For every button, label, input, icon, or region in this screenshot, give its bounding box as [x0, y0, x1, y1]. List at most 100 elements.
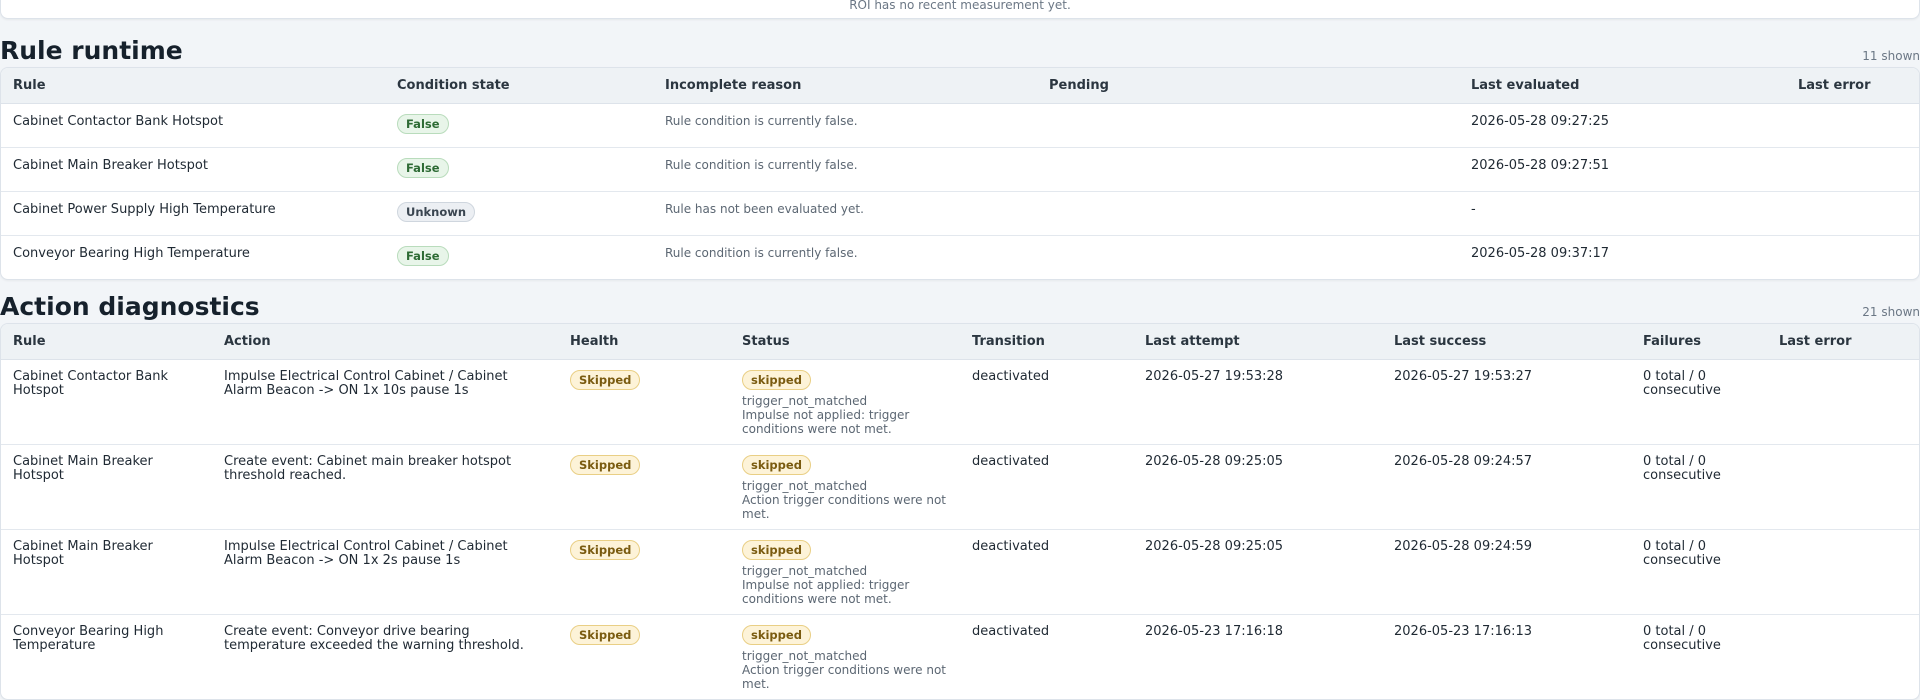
table-row[interactable]: Cabinet Contactor Bank Hotspot Impulse E…	[1, 359, 1919, 445]
incomplete-reason: Rule has not been evaluated yet.	[653, 191, 1037, 236]
table-row[interactable]: Cabinet Main Breaker Hotspot False Rule …	[1, 147, 1919, 192]
failures: 0 total / 0 consecutive	[1631, 529, 1767, 615]
action-description: Impulse Electrical Control Cabinet / Cab…	[212, 529, 558, 615]
transition: deactivated	[960, 359, 1133, 445]
action-diagnostics-count: 21 shown	[1862, 305, 1920, 319]
health-cell: Skipped	[558, 529, 730, 615]
table-header-row: Rule Action Health Status Transition Las…	[1, 324, 1919, 360]
table-row[interactable]: Cabinet Main Breaker Hotspot Impulse Ele…	[1, 529, 1919, 615]
action-description: Create event: Cabinet main breaker hotsp…	[212, 444, 558, 530]
condition-cell: Unknown	[385, 191, 653, 236]
condition-badge: False	[397, 158, 449, 178]
health-badge: Skipped	[570, 370, 641, 390]
roi-message: ROI has no recent measurement yet.	[849, 0, 1071, 12]
last-error	[1767, 529, 1919, 615]
incomplete-reason: Rule condition is currently false.	[665, 246, 858, 260]
previous-card: ROI has no recent measurement yet.	[0, 0, 1920, 19]
action-diagnostics-title: Action diagnostics	[0, 292, 260, 321]
table-header-row: Rule Condition state Incomplete reason P…	[1, 68, 1919, 104]
status-detail: Action trigger conditions were not met.	[742, 493, 946, 521]
condition-cell: False	[385, 147, 653, 192]
last-success: 2026-05-28 09:24:59	[1382, 529, 1631, 615]
column-header[interactable]: Rule	[1, 68, 385, 104]
last-error	[1767, 444, 1919, 530]
status-code: trigger_not_matched	[742, 394, 868, 408]
failures: 0 total / 0 consecutive	[1643, 624, 1721, 653]
incomplete-reason: Rule condition is currently false.	[653, 147, 1037, 192]
rule-name: Conveyor Bearing High Temperature	[13, 246, 250, 261]
column-header[interactable]: Last error	[1786, 68, 1919, 104]
rule-name: Conveyor Bearing High Temperature	[13, 624, 164, 653]
status-cell: skipped trigger_not_matched Action trigg…	[730, 444, 960, 530]
last-evaluated: -	[1459, 191, 1786, 236]
last-error	[1786, 236, 1919, 280]
status-badge: skipped	[742, 625, 811, 645]
status-cell: skipped trigger_not_matched Impulse not …	[730, 529, 960, 615]
last-attempt: 2026-05-23 17:16:18	[1145, 624, 1284, 639]
table-row[interactable]: Cabinet Power Supply High Temperature Un…	[1, 191, 1919, 236]
action-description: Create event: Conveyor drive bearing tem…	[224, 624, 524, 653]
rule-runtime-table-card: Rule Condition state Incomplete reason P…	[0, 67, 1920, 280]
health-cell: Skipped	[558, 615, 730, 700]
status-cell: skipped trigger_not_matched Action trigg…	[730, 615, 960, 700]
column-header[interactable]: Pending	[1037, 68, 1459, 104]
last-success: 2026-05-28 09:24:57	[1382, 444, 1631, 530]
column-header[interactable]: Health	[558, 324, 730, 360]
last-attempt: 2026-05-28 09:25:05	[1133, 529, 1382, 615]
rule-name: Cabinet Power Supply High Temperature	[1, 191, 385, 236]
column-header[interactable]: Last error	[1767, 324, 1919, 360]
rule-name: Cabinet Main Breaker Hotspot	[1, 529, 212, 615]
column-header[interactable]: Status	[730, 324, 960, 360]
status-badge: skipped	[742, 370, 811, 390]
column-header[interactable]: Last success	[1382, 324, 1631, 360]
last-attempt: 2026-05-27 19:53:28	[1133, 359, 1382, 445]
condition-cell: False	[385, 236, 653, 280]
last-error	[1786, 147, 1919, 192]
last-success: 2026-05-27 19:53:27	[1382, 359, 1631, 445]
column-header[interactable]: Failures	[1631, 324, 1767, 360]
last-evaluated: 2026-05-28 09:37:17	[1471, 246, 1610, 261]
last-success: 2026-05-23 17:16:13	[1394, 624, 1533, 639]
status-badge: skipped	[742, 455, 811, 475]
column-header[interactable]: Rule	[1, 324, 212, 360]
condition-badge: False	[397, 246, 449, 266]
column-header[interactable]: Last evaluated	[1459, 68, 1786, 104]
page: ROI has no recent measurement yet. Rule …	[0, 0, 1920, 700]
rule-runtime-title: Rule runtime	[0, 36, 183, 65]
status-code: trigger_not_matched	[742, 479, 868, 493]
last-error	[1767, 615, 1919, 700]
failures: 0 total / 0 consecutive	[1631, 359, 1767, 445]
health-badge: Skipped	[570, 625, 641, 645]
pending-cell	[1037, 191, 1459, 236]
action-description: Impulse Electrical Control Cabinet / Cab…	[212, 359, 558, 445]
last-attempt: 2026-05-28 09:25:05	[1133, 444, 1382, 530]
status-code: trigger_not_matched	[742, 564, 868, 578]
column-header[interactable]: Condition state	[385, 68, 653, 104]
table-row[interactable]: Cabinet Main Breaker Hotspot Create even…	[1, 444, 1919, 530]
column-header[interactable]: Transition	[960, 324, 1133, 360]
pending-cell	[1037, 147, 1459, 192]
last-error	[1786, 103, 1919, 148]
column-header[interactable]: Incomplete reason	[653, 68, 1037, 104]
rule-name: Cabinet Contactor Bank Hotspot	[1, 103, 385, 148]
pending-cell	[1037, 103, 1459, 148]
last-error	[1767, 359, 1919, 445]
health-cell: Skipped	[558, 444, 730, 530]
condition-cell: False	[385, 103, 653, 148]
table-row[interactable]: Conveyor Bearing High Temperature False …	[1, 236, 1919, 280]
rule-runtime-table: Rule Condition state Incomplete reason P…	[1, 68, 1919, 279]
last-evaluated: 2026-05-28 09:27:51	[1459, 147, 1786, 192]
rule-name: Cabinet Main Breaker Hotspot	[1, 147, 385, 192]
rule-runtime-count: 11 shown	[1862, 49, 1920, 63]
action-diagnostics-table-card: Rule Action Health Status Transition Las…	[0, 323, 1920, 700]
transition: deactivated	[960, 444, 1133, 530]
status-badge: skipped	[742, 540, 811, 560]
transition: deactivated	[972, 624, 1050, 639]
column-header[interactable]: Action	[212, 324, 558, 360]
transition: deactivated	[960, 529, 1133, 615]
status-detail: Action trigger conditions were not met.	[742, 663, 946, 691]
table-row[interactable]: Conveyor Bearing High Temperature Create…	[1, 615, 1919, 700]
health-badge: Skipped	[570, 455, 641, 475]
column-header[interactable]: Last attempt	[1133, 324, 1382, 360]
table-row[interactable]: Cabinet Contactor Bank Hotspot False Rul…	[1, 103, 1919, 148]
